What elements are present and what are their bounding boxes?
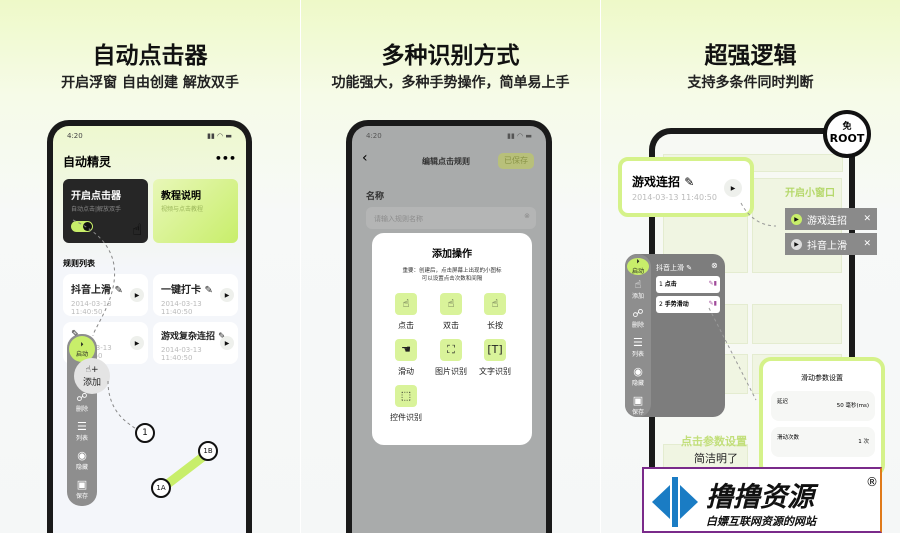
- count-input[interactable]: 1: [858, 439, 862, 445]
- phone-edit-rule: 4:20 ▮▮ ◠ ▬ ‹ 编辑点击规则 已保存 名称 请输入规则名称 ⊗ 添加操作…: [346, 120, 552, 533]
- click-target-1a[interactable]: 1A: [151, 478, 171, 498]
- settings-title: 滑动参数设置: [801, 374, 843, 382]
- tap-icon: ☝: [395, 293, 417, 315]
- double-tap-icon: ☝: [440, 293, 462, 315]
- op-label: 控件识别: [390, 413, 422, 422]
- op-label: 滑动: [398, 367, 414, 376]
- op-long-press[interactable]: ☝ 长按: [460, 293, 530, 331]
- drag-path: [72, 219, 211, 493]
- status-icons: ▮▮ ◠ ▬: [507, 132, 532, 140]
- op-widget-scan[interactable]: ⬚ 控件识别: [371, 385, 441, 423]
- add-operation-modal: 添加操作 重要：创建后，点击屏幕上出现的小图标 可以设置点击次数和间隔 ☝ 点击 ☝…: [372, 233, 532, 445]
- back-button[interactable]: ‹: [362, 150, 368, 166]
- op-text-scan[interactable]: [T] 文字识别: [460, 339, 530, 377]
- op-label: 点击: [398, 321, 414, 330]
- swipe-settings-panel: 滑动参数设置 延迟 50 毫秒(ms) 滑动次数 1 次: [759, 357, 885, 477]
- screen-title: 编辑点击规则: [422, 157, 470, 166]
- click-target-1[interactable]: 1: [135, 423, 155, 443]
- setting-row[interactable]: 滑动次数 1 次: [771, 427, 875, 457]
- panel-recognition: 多种识别方式 功能强大，多种手势操作，简单易上手 4:20 ▮▮ ◠ ▬ ‹ 编辑…: [300, 0, 600, 533]
- panel-auto-clicker: 自动点击器 开启浮窗 自由创建 解放双手 4:20 ▮▮ ◠ ▬ 自动精灵 •••…: [0, 0, 300, 533]
- long-press-icon: ☝: [484, 293, 506, 315]
- panel-title: 自动点击器: [92, 43, 208, 69]
- clear-icon[interactable]: ⊗: [524, 212, 530, 220]
- widget-scan-icon: ⬚: [395, 385, 417, 407]
- caption-settings: 点击参数设置: [681, 435, 747, 448]
- image-scan-icon: ⛶: [440, 339, 462, 361]
- name-label: 名称: [366, 192, 385, 202]
- hint-line: 可以设置点击次数和间隔: [421, 276, 483, 282]
- text-scan-icon: [T]: [484, 339, 506, 361]
- watermark-title: 撸撸资源: [706, 482, 814, 513]
- op-label: 文字识别: [479, 367, 511, 376]
- watermark-logo: 撸撸资源 ® 白嫖互联网资源的网站: [642, 467, 882, 533]
- name-placeholder: 请输入规则名称: [374, 215, 423, 223]
- status-time: 4:20: [366, 132, 382, 140]
- watermark-slogan: 白嫖互联网资源的网站: [706, 515, 816, 528]
- registered-mark: ®: [866, 475, 878, 489]
- modal-title: 添加操作: [432, 249, 472, 260]
- modal-hint: 重要：创建后，点击屏幕上出现的小图标 可以设置点击次数和间隔: [372, 266, 532, 282]
- panel-subtitle: 开启浮窗 自由创建 解放双手: [61, 75, 239, 91]
- name-input[interactable]: 请输入规则名称 ⊗: [366, 207, 536, 229]
- swipe-icon: ☚: [395, 339, 417, 361]
- op-label: 双击: [443, 321, 459, 330]
- logo-mark: [652, 477, 698, 527]
- hint-line: 重要：创建后，点击屏幕上出现的小图标: [402, 268, 502, 274]
- phone-home: 4:20 ▮▮ ◠ ▬ 自动精灵 ••• 开启点击器 自动点击|解放双手 ☝ 教程…: [47, 120, 252, 533]
- panel-logic: 超强逻辑 支持多条件同时判断 免 ROOT 游戏连招 ✎ 2014-03-13 1…: [600, 0, 900, 533]
- click-target-1b[interactable]: 1B: [198, 441, 218, 461]
- panel-title: 多种识别方式: [381, 43, 520, 69]
- saved-button[interactable]: 已保存: [498, 153, 534, 169]
- panel-subtitle: 功能强大，多种手势操作，简单易上手: [331, 75, 570, 91]
- delay-input[interactable]: 50: [837, 403, 844, 409]
- caption-simple: 简洁明了: [694, 452, 738, 465]
- op-label: 长按: [487, 321, 503, 330]
- setting-row[interactable]: 延迟 50 毫秒(ms): [771, 391, 875, 421]
